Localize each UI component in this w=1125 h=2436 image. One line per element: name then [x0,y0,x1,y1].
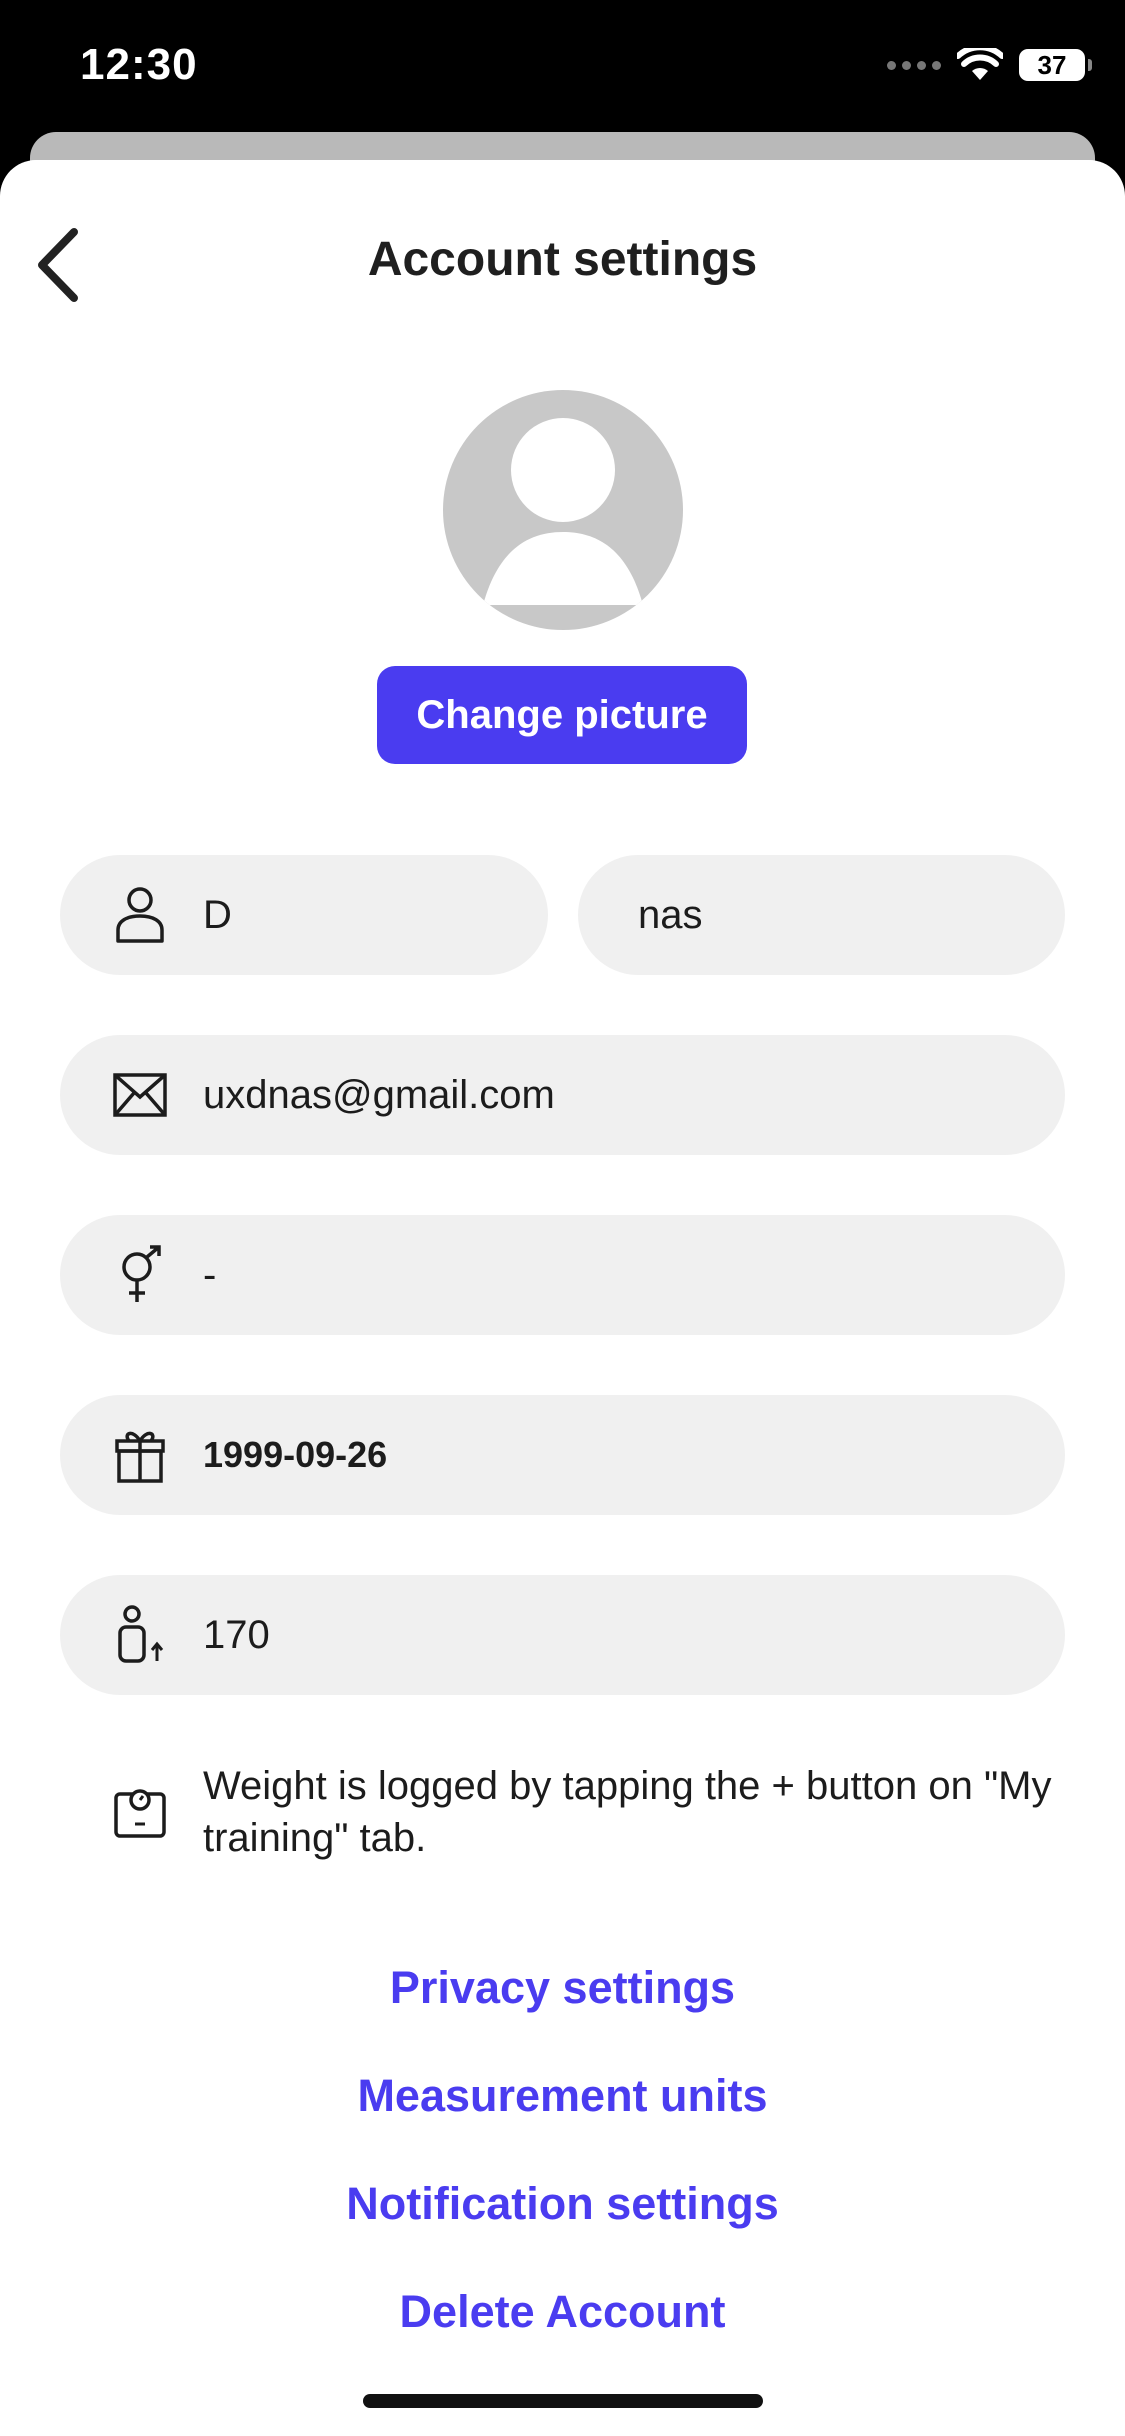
last-name-field[interactable]: nas [578,855,1065,975]
home-indicator [363,2394,763,2408]
gender-field[interactable]: - [60,1215,1065,1335]
change-picture-button[interactable]: Change picture [377,666,747,764]
cellular-signal-icon [887,60,941,70]
notification-settings-link[interactable]: Notification settings [0,2178,1125,2230]
email-field[interactable]: uxdnas@gmail.com [60,1035,1065,1155]
weight-info: Weight is logged by tapping the + button… [60,1760,1070,1864]
last-name-value: nas [638,892,703,937]
gift-icon [110,1425,170,1485]
first-name-value: D [203,892,232,937]
status-time: 12:30 [80,40,198,89]
measurement-units-link[interactable]: Measurement units [0,2070,1125,2122]
person-icon [110,885,170,945]
wifi-icon [957,48,1003,80]
status-icons: 37 [887,48,1092,82]
scale-icon [110,1780,170,1840]
gender-value: - [203,1252,217,1297]
envelope-icon [110,1065,170,1125]
height-icon [110,1605,170,1665]
status-bar: 12:30 37 [0,0,1125,132]
battery-icon: 37 [1019,49,1092,81]
page-title: Account settings [367,233,758,286]
height-field[interactable]: 170 [60,1575,1065,1695]
height-value: 170 [203,1612,270,1657]
gender-icon [110,1245,170,1305]
weight-info-text: Weight is logged by tapping the + button… [203,1764,1052,1860]
birthday-value: 1999-09-26 [203,1434,388,1475]
delete-account-link[interactable]: Delete Account [0,2286,1125,2338]
privacy-settings-link[interactable]: Privacy settings [0,1962,1125,2014]
first-name-field[interactable]: D [60,855,548,975]
email-value: uxdnas@gmail.com [203,1072,555,1117]
user-placeholder-icon [483,418,643,605]
avatar[interactable] [443,390,683,630]
birthday-field[interactable]: 1999-09-26 [60,1395,1065,1515]
